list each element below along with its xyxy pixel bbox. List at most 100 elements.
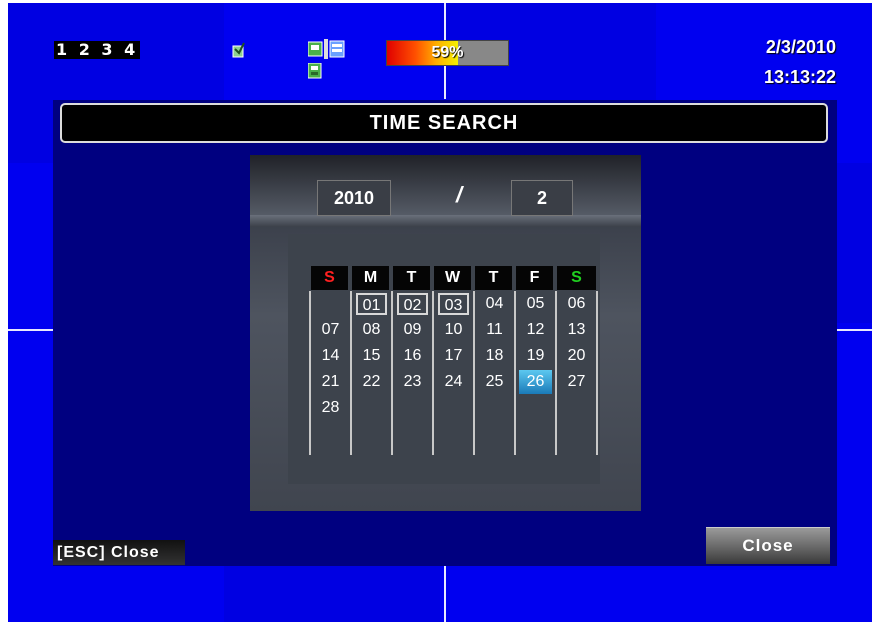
current-time: 13:13:22 bbox=[763, 67, 836, 87]
calendar-day-label: 20 bbox=[567, 347, 586, 364]
calendar-day-empty bbox=[555, 395, 598, 421]
weekday-header: W bbox=[432, 265, 473, 291]
calendar-day-03[interactable]: 03 bbox=[432, 291, 473, 317]
calendar-divider bbox=[250, 215, 641, 227]
calendar-day-label: 15 bbox=[362, 347, 381, 364]
calendar-day-15[interactable]: 15 bbox=[350, 343, 391, 369]
calendar-day-label: 08 bbox=[362, 321, 381, 338]
audio-icon bbox=[232, 41, 246, 63]
calendar-day-label: 13 bbox=[567, 321, 586, 338]
dialog-title: TIME SEARCH bbox=[369, 111, 519, 134]
weekday-header: S bbox=[309, 265, 350, 291]
calendar-day-11[interactable]: 11 bbox=[473, 317, 514, 343]
calendar-day-label: 01 bbox=[356, 293, 387, 315]
calendar-day-01[interactable]: 01 bbox=[350, 291, 391, 317]
calendar-day-label: 02 bbox=[397, 293, 428, 315]
calendar-day-16[interactable]: 16 bbox=[391, 343, 432, 369]
calendar-day-05[interactable]: 05 bbox=[514, 291, 555, 317]
calendar-day-17[interactable]: 17 bbox=[432, 343, 473, 369]
calendar-day-07[interactable]: 07 bbox=[309, 317, 350, 343]
calendar-day-label: 24 bbox=[444, 373, 463, 390]
weekday-label: M bbox=[352, 266, 389, 290]
hdd-usage-label: 59% bbox=[431, 44, 464, 61]
status-bar: 1 2 3 4 59% 2/3/2010 13:13:22 bbox=[8, 3, 872, 103]
weekday-header: T bbox=[473, 265, 514, 291]
calendar-day-empty bbox=[473, 395, 514, 421]
calendar-header-bg bbox=[250, 155, 641, 215]
calendar-day-14[interactable]: 14 bbox=[309, 343, 350, 369]
calendar-day-25[interactable]: 25 bbox=[473, 369, 514, 395]
calendar-day-label: 10 bbox=[444, 321, 463, 338]
month-selector[interactable]: 2 bbox=[511, 180, 573, 216]
weekday-header-row: SMTWTFS bbox=[309, 265, 598, 291]
close-button[interactable]: Close bbox=[706, 527, 830, 564]
weekday-header: F bbox=[514, 265, 555, 291]
weekday-label: F bbox=[516, 266, 553, 290]
calendar-day-empty bbox=[391, 421, 432, 455]
year-selector[interactable]: 2010 bbox=[317, 180, 391, 216]
calendar-day-label: 21 bbox=[321, 373, 340, 390]
calendar-day-18[interactable]: 18 bbox=[473, 343, 514, 369]
calendar-day-empty bbox=[350, 421, 391, 455]
network-icon bbox=[307, 39, 346, 63]
calendar-day-02[interactable]: 02 bbox=[391, 291, 432, 317]
calendar-day-09[interactable]: 09 bbox=[391, 317, 432, 343]
esc-close-hint: [ESC] Close bbox=[53, 540, 185, 565]
calendar-day-23[interactable]: 23 bbox=[391, 369, 432, 395]
calendar-day-label: 16 bbox=[403, 347, 422, 364]
calendar-day-27[interactable]: 27 bbox=[555, 369, 598, 395]
calendar-day-label: 07 bbox=[321, 321, 340, 338]
calendar-day-empty bbox=[432, 421, 473, 455]
calendar-day-empty bbox=[309, 421, 350, 455]
weekday-label: T bbox=[393, 266, 430, 290]
calendar-day-10[interactable]: 10 bbox=[432, 317, 473, 343]
calendar-day-20[interactable]: 20 bbox=[555, 343, 598, 369]
calendar-day-empty bbox=[555, 421, 598, 455]
calendar-day-label: 09 bbox=[403, 321, 422, 338]
calendar-day-21[interactable]: 21 bbox=[309, 369, 350, 395]
calendar-day-empty bbox=[514, 421, 555, 455]
calendar-day-label: 22 bbox=[362, 373, 381, 390]
calendar-day-label: 04 bbox=[485, 295, 504, 312]
calendar-day-28[interactable]: 28 bbox=[309, 395, 350, 421]
calendar-day-label: 05 bbox=[526, 295, 545, 312]
live-view-screen: 1 2 3 4 59% 2/3/2010 13:13:22 TIME SEARC… bbox=[8, 3, 872, 622]
calendar-day-label: 14 bbox=[321, 347, 340, 364]
dialog-title-bar: TIME SEARCH bbox=[60, 103, 828, 143]
calendar-day-label: 03 bbox=[438, 293, 469, 315]
calendar-day-label: 23 bbox=[403, 373, 422, 390]
calendar-day-22[interactable]: 22 bbox=[350, 369, 391, 395]
calendar-day-26[interactable]: 26 bbox=[514, 369, 555, 395]
quad-divider-vertical bbox=[444, 566, 446, 622]
calendar-day-19[interactable]: 19 bbox=[514, 343, 555, 369]
calendar-day-empty bbox=[309, 291, 350, 317]
weekday-label: S bbox=[311, 266, 348, 290]
channel-indicator[interactable]: 1 2 3 4 bbox=[54, 41, 141, 59]
calendar-day-label: 12 bbox=[526, 321, 545, 338]
calendar-day-label: 11 bbox=[486, 321, 503, 338]
weekday-label: S bbox=[557, 266, 596, 290]
calendar-day-empty bbox=[391, 395, 432, 421]
calendar-grid: SMTWTFS 01 02 03 04 05 06 07 08 09 10 11 12 13 14 15 16… bbox=[309, 265, 598, 455]
calendar-day-24[interactable]: 24 bbox=[432, 369, 473, 395]
calendar-day-06[interactable]: 06 bbox=[555, 291, 598, 317]
calendar-day-08[interactable]: 08 bbox=[350, 317, 391, 343]
weekday-header: M bbox=[350, 265, 391, 291]
calendar-day-13[interactable]: 13 bbox=[555, 317, 598, 343]
calendar-week-row: 28 bbox=[309, 395, 598, 421]
calendar-day-12[interactable]: 12 bbox=[514, 317, 555, 343]
disk-icon bbox=[307, 62, 322, 83]
calendar-day-empty bbox=[473, 421, 514, 455]
weekday-header: S bbox=[555, 265, 598, 291]
date-separator: / bbox=[456, 182, 463, 207]
calendar-day-empty bbox=[350, 395, 391, 421]
calendar-day-04[interactable]: 04 bbox=[473, 291, 514, 317]
weekday-label: W bbox=[434, 266, 471, 290]
quad-divider-horizontal bbox=[8, 329, 53, 331]
time-search-dialog: TIME SEARCH 2010 / 2 SMTWTFS 01 02 03 04 05 0… bbox=[53, 100, 837, 566]
weekday-header: T bbox=[391, 265, 432, 291]
calendar-week-row: 07 08 09 10 11 12 13 bbox=[309, 317, 598, 343]
weekday-label: T bbox=[475, 266, 512, 290]
calendar-week-row: 14 15 16 17 18 19 20 bbox=[309, 343, 598, 369]
calendar-day-label: 19 bbox=[526, 347, 545, 364]
